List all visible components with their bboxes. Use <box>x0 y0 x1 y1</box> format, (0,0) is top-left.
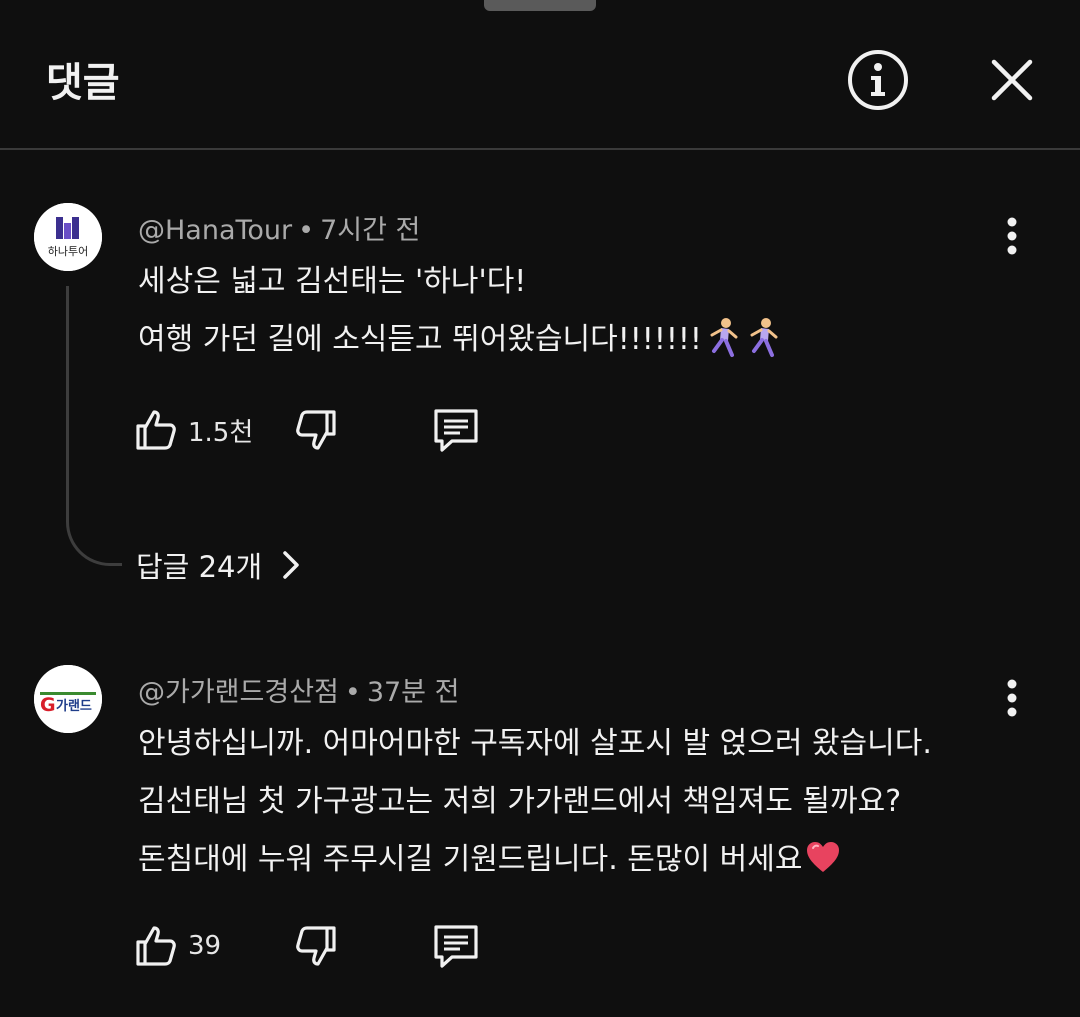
comment-line: 세상은 넓고 김선태는 '하나'다! <box>138 264 527 299</box>
replies-label: 답글 24개 <box>136 550 263 584</box>
svg-text:G: G <box>40 694 56 716</box>
dislike-button[interactable] <box>292 916 340 976</box>
more-options-button[interactable] <box>990 668 1034 728</box>
comment-author[interactable]: @가가랜드경산점 <box>138 677 339 708</box>
more-options-button[interactable] <box>990 206 1034 266</box>
comment-line: 돈침대에 누워 주무시길 기원드립니다. 돈많이 버세요 <box>138 842 803 877</box>
hanatour-logo: 하나투어 <box>34 203 102 271</box>
comment-icon <box>434 409 478 452</box>
info-icon <box>848 50 908 110</box>
comment-author[interactable]: @HanaTour <box>138 215 292 246</box>
comments-sheet: 댓글 하나투어 @HanaTour • 7시간 전 세상은 넓고 김선태는 '하… <box>0 0 1080 1017</box>
comment-meta: @HanaTour • 7시간 전 <box>138 208 420 247</box>
comment-time: 37분 전 <box>366 677 460 708</box>
close-icon <box>991 59 1033 101</box>
gagaland-logo: G 가랜드 <box>34 665 102 733</box>
comment-actions: 39 <box>132 916 532 976</box>
thumbs-down-icon <box>296 926 336 966</box>
chevron-right-icon <box>283 551 299 579</box>
comment-actions: 1.5천 <box>132 400 532 460</box>
comment-line-with-emoji: 돈침대에 누워 주무시길 기원드립니다. 돈많이 버세요 <box>138 831 932 889</box>
page-title: 댓글 <box>46 60 120 106</box>
runner-icon <box>750 318 778 357</box>
like-button[interactable]: 1.5천 <box>132 400 253 460</box>
runner-icon <box>710 318 738 357</box>
svg-text:가랜드: 가랜드 <box>56 698 92 714</box>
comments-header: 댓글 <box>0 0 1080 150</box>
view-replies-button[interactable]: 답글 24개 <box>136 540 306 590</box>
close-button[interactable] <box>976 44 1048 116</box>
dislike-button[interactable] <box>292 400 340 460</box>
comment-icon <box>434 925 478 968</box>
thumbs-up-icon <box>136 926 176 966</box>
meta-separator: • <box>298 215 315 246</box>
comment-time: 7시간 전 <box>320 215 421 246</box>
meta-separator: • <box>344 677 361 708</box>
reply-button[interactable] <box>430 400 482 460</box>
avatar[interactable]: 하나투어 <box>34 203 102 271</box>
comment-meta: @가가랜드경산점 • 37분 전 <box>138 670 459 709</box>
info-button[interactable] <box>842 44 914 116</box>
avatar[interactable]: G 가랜드 <box>34 665 102 733</box>
heart-icon <box>807 842 840 872</box>
reply-button[interactable] <box>430 916 482 976</box>
svg-text:하나투어: 하나투어 <box>48 244 88 258</box>
like-count: 1.5천 <box>188 417 254 448</box>
comment-line: 김선태님 첫 가구광고는 저희 가가랜드에서 책임져도 될까요? <box>138 784 902 819</box>
thumbs-down-icon <box>296 410 336 450</box>
comment-line-with-emoji: 여행 가던 길에 소식듣고 뛰어왔습니다!!!!!!! <box>138 311 782 369</box>
more-vert-icon <box>1007 679 1017 717</box>
thumbs-up-icon <box>136 410 176 450</box>
like-count: 39 <box>188 931 222 961</box>
comment-text: 안녕하십니까. 어마어마한 구독자에 살포시 발 얹으러 왔습니다. 김선태님 … <box>138 715 932 889</box>
comment-text: 세상은 넓고 김선태는 '하나'다! 여행 가던 길에 소식듣고 뛰어왔습니다!… <box>138 253 782 369</box>
comment-line: 여행 가던 길에 소식듣고 뛰어왔습니다!!!!!!! <box>138 322 702 357</box>
more-vert-icon <box>1007 217 1017 255</box>
thread-connector <box>66 286 122 566</box>
like-button[interactable]: 39 <box>132 916 221 976</box>
comment-line: 안녕하십니까. 어마어마한 구독자에 살포시 발 얹으러 왔습니다. <box>138 726 932 761</box>
